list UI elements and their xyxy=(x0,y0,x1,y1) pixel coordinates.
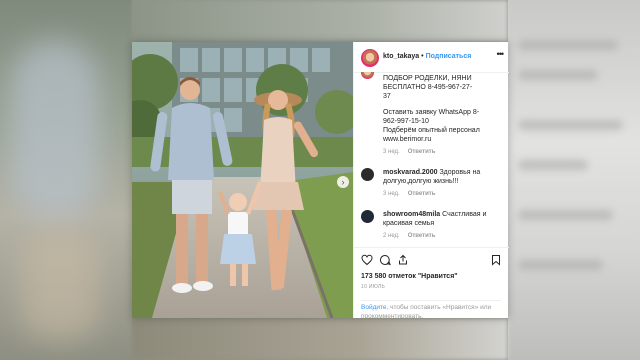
follow-button[interactable]: Подписаться xyxy=(426,53,472,60)
comment-username[interactable]: moskvarad.2000 xyxy=(383,169,437,176)
bookmark-icon[interactable] xyxy=(490,254,502,266)
login-link[interactable]: Войдите xyxy=(361,304,387,311)
blurred-right-area xyxy=(508,0,640,360)
instagram-post: › kto_takaya • Подписаться ••• ПОДБОР РО… xyxy=(132,42,509,321)
post-header: kto_takaya • Подписаться ••• xyxy=(354,42,509,73)
reply-button[interactable]: Ответить xyxy=(408,149,436,155)
comment-meta: 3 нед. Ответить xyxy=(383,191,436,197)
comment-icon[interactable] xyxy=(379,254,391,266)
caption-text: ПОДБОР РОДЕЛКИ, НЯНИ БЕСПЛАТНО 8-495-967… xyxy=(383,75,480,143)
avatar[interactable] xyxy=(361,49,379,67)
caption-avatar xyxy=(361,72,374,79)
login-prompt: Войдите, чтобы поставить «Нравится» или … xyxy=(361,300,501,321)
username-link[interactable]: kto_takaya xyxy=(383,53,419,60)
caption-meta: 3 нед. Ответить xyxy=(383,149,436,155)
post-actions: 173 580 отметок "Нравится" 10 июль Войди… xyxy=(354,247,509,321)
comments-list[interactable]: ПОДБОР РОДЕЛКИ, НЯНИ БЕСПЛАТНО 8-495-967… xyxy=(354,72,509,244)
likes-count[interactable]: 173 580 отметок "Нравится" xyxy=(361,273,458,280)
comment-avatar[interactable] xyxy=(361,168,374,181)
comment-username[interactable]: showroom48mila xyxy=(383,211,440,218)
post-date: 10 июль xyxy=(361,284,386,290)
reply-button[interactable]: Ответить xyxy=(408,233,436,239)
more-options-icon[interactable]: ••• xyxy=(497,49,505,59)
comment-avatar[interactable] xyxy=(361,210,374,223)
comment-meta: 2 нед. Ответить xyxy=(383,233,436,239)
post-sidebar: kto_takaya • Подписаться ••• ПОДБОР РОДЕ… xyxy=(353,42,509,321)
comment-text: moskvarad.2000 Здоровья на долгую,долгую… xyxy=(383,169,481,185)
family-photo-illustration xyxy=(132,42,353,318)
comment-text: showroom48mila Счастливая и красивая сем… xyxy=(383,211,487,227)
blurred-left-area xyxy=(0,0,132,360)
separator: • xyxy=(421,53,424,60)
post-photo[interactable]: › xyxy=(132,42,353,318)
heart-icon[interactable] xyxy=(361,254,373,266)
post-author: kto_takaya • Подписаться xyxy=(383,53,471,60)
share-icon[interactable] xyxy=(397,254,409,266)
next-photo-chevron-right-icon[interactable]: › xyxy=(337,176,349,188)
reply-button[interactable]: Ответить xyxy=(408,191,436,197)
